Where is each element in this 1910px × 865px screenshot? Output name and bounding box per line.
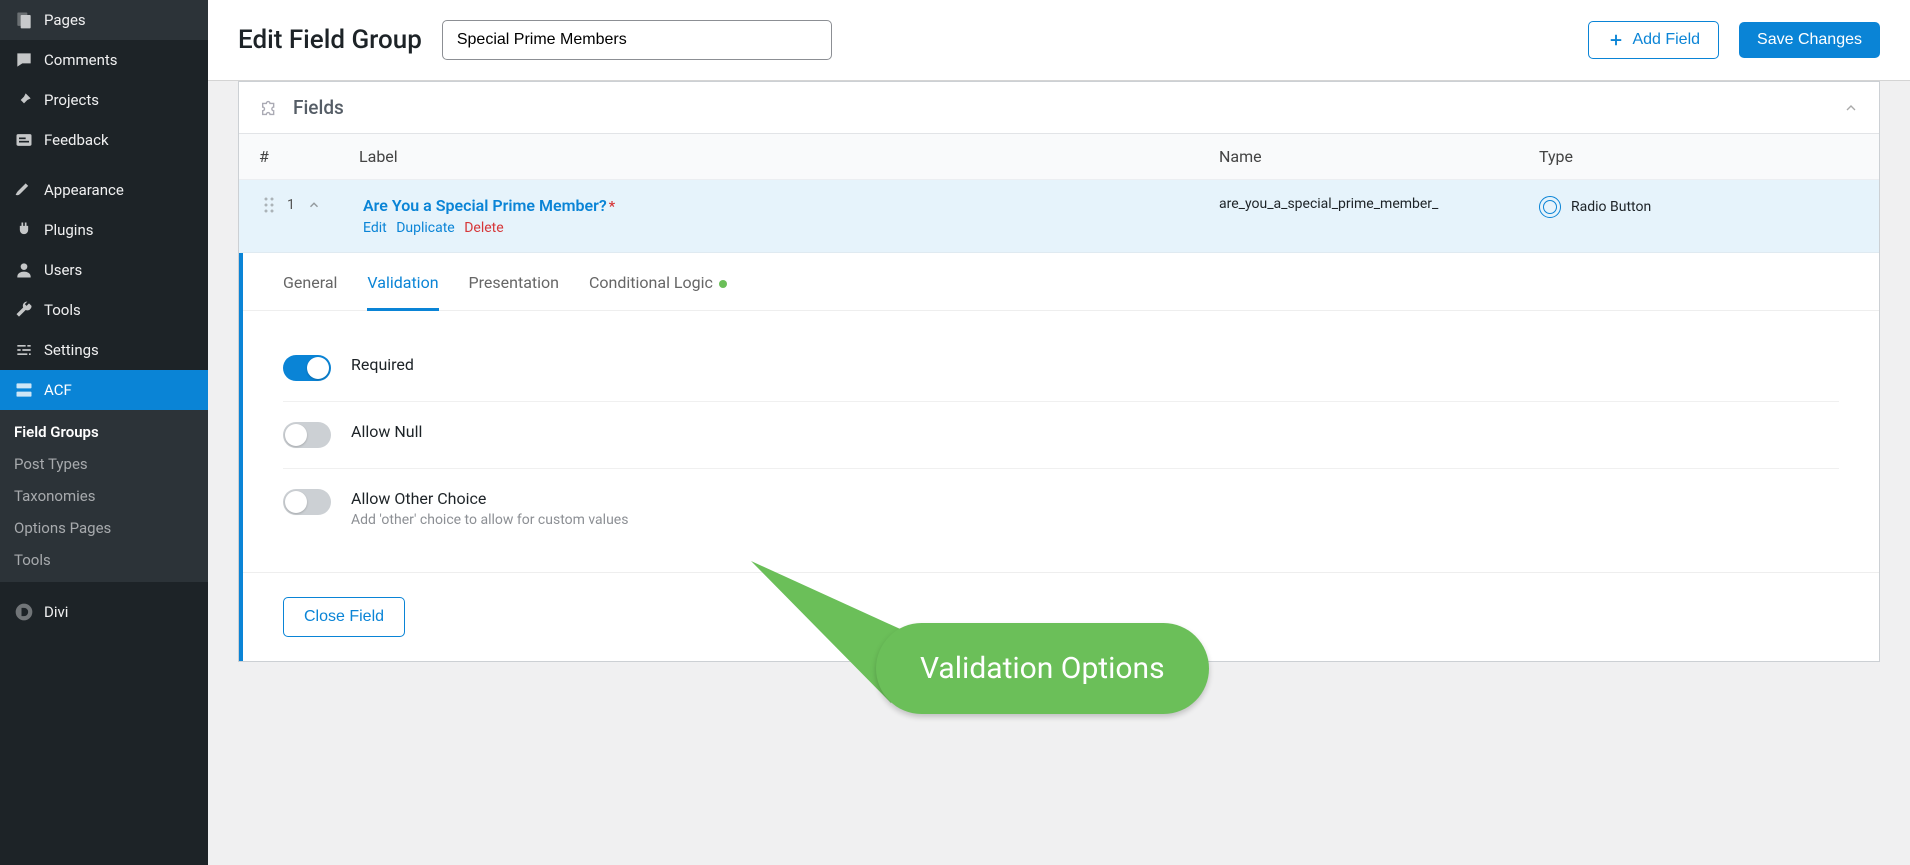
sidebar-item-acf[interactable]: ACF: [0, 370, 208, 410]
puzzle-icon: [259, 97, 281, 119]
field-row[interactable]: 1 Are You a Special Prime Member?* Edit …: [239, 180, 1879, 253]
tab-general[interactable]: General: [283, 253, 337, 310]
chevron-up-icon[interactable]: [307, 198, 321, 212]
sliders-icon: [14, 340, 34, 360]
top-bar: Edit Field Group Add Field Save Changes: [208, 0, 1910, 81]
duplicate-action[interactable]: Duplicate: [396, 220, 455, 236]
wrench-icon: [14, 300, 34, 320]
page-title: Edit Field Group: [238, 25, 422, 55]
sidebar-label: Feedback: [44, 131, 109, 149]
comments-icon: [14, 50, 34, 70]
sidebar-item-feedback[interactable]: Feedback: [0, 120, 208, 160]
sidebar-item-appearance[interactable]: Appearance: [0, 170, 208, 210]
required-toggle[interactable]: [283, 355, 331, 381]
allow-other-desc: Add 'other' choice to allow for custom v…: [351, 512, 628, 528]
field-type: Radio Button: [1571, 199, 1651, 215]
table-header: # Label Name Type: [239, 134, 1879, 180]
sidebar-label: Comments: [44, 51, 118, 69]
tab-validation[interactable]: Validation: [367, 253, 438, 310]
admin-sidebar: Pages Comments Projects Feedback Appeara…: [0, 0, 208, 865]
plug-icon: [14, 220, 34, 240]
active-dot-icon: [719, 280, 727, 288]
field-order: 1: [287, 197, 295, 213]
col-type: Type: [1539, 147, 1859, 166]
sidebar-label: Plugins: [44, 221, 93, 239]
divi-icon: [14, 602, 34, 622]
required-star: *: [609, 199, 615, 215]
sidebar-label: Divi: [44, 603, 68, 621]
sidebar-item-tools[interactable]: Tools: [0, 290, 208, 330]
close-field-button[interactable]: Close Field: [283, 597, 405, 637]
sidebar-subitem-tools[interactable]: Tools: [0, 544, 208, 576]
field-name: are_you_a_special_prime_member_: [1219, 196, 1539, 212]
allow-null-toggle[interactable]: [283, 422, 331, 448]
sidebar-submenu: Field Groups Post Types Taxonomies Optio…: [0, 410, 208, 582]
sidebar-item-comments[interactable]: Comments: [0, 40, 208, 80]
drag-handle-icon[interactable]: [263, 196, 275, 214]
plus-icon: [1607, 31, 1625, 49]
allow-other-toggle[interactable]: [283, 489, 331, 515]
sidebar-item-users[interactable]: Users: [0, 250, 208, 290]
sidebar-label: ACF: [44, 381, 72, 399]
sidebar-item-pages[interactable]: Pages: [0, 0, 208, 40]
sidebar-label: Appearance: [44, 181, 124, 199]
sidebar-item-divi[interactable]: Divi: [0, 592, 208, 632]
fields-panel: Fields # Label Name Type 1 A: [238, 81, 1880, 662]
sidebar-label: Projects: [44, 91, 99, 109]
add-field-button[interactable]: Add Field: [1588, 21, 1719, 59]
brush-icon: [14, 180, 34, 200]
radio-type-icon: [1539, 196, 1561, 218]
feedback-icon: [14, 130, 34, 150]
sidebar-label: Settings: [44, 341, 99, 359]
sidebar-subitem-options-pages[interactable]: Options Pages: [0, 512, 208, 544]
allow-other-label: Allow Other Choice: [351, 489, 628, 508]
pin-icon: [14, 90, 34, 110]
delete-action[interactable]: Delete: [464, 220, 503, 236]
allow-null-label: Allow Null: [351, 422, 422, 441]
tab-presentation[interactable]: Presentation: [469, 253, 559, 310]
col-label: Label: [359, 147, 1219, 166]
acf-icon: [14, 380, 34, 400]
group-name-input[interactable]: [442, 20, 832, 60]
col-name: Name: [1219, 147, 1539, 166]
edit-action[interactable]: Edit: [363, 220, 387, 236]
sidebar-label: Tools: [44, 301, 81, 319]
field-editor: General Validation Presentation Conditio…: [239, 253, 1879, 661]
sidebar-subitem-post-types[interactable]: Post Types: [0, 448, 208, 480]
sidebar-item-projects[interactable]: Projects: [0, 80, 208, 120]
col-hash: #: [259, 147, 359, 166]
panel-title: Fields: [293, 96, 1843, 119]
sidebar-item-settings[interactable]: Settings: [0, 330, 208, 370]
pages-icon: [14, 10, 34, 30]
user-icon: [14, 260, 34, 280]
sidebar-subitem-field-groups[interactable]: Field Groups: [0, 416, 208, 448]
sidebar-subitem-taxonomies[interactable]: Taxonomies: [0, 480, 208, 512]
sidebar-label: Users: [44, 261, 82, 279]
field-label-link[interactable]: Are You a Special Prime Member?: [363, 196, 607, 215]
save-changes-button[interactable]: Save Changes: [1739, 22, 1880, 58]
chevron-up-icon[interactable]: [1843, 100, 1859, 116]
sidebar-item-plugins[interactable]: Plugins: [0, 210, 208, 250]
required-label: Required: [351, 355, 414, 374]
sidebar-label: Pages: [44, 11, 86, 29]
tab-conditional-logic[interactable]: Conditional Logic: [589, 253, 727, 310]
